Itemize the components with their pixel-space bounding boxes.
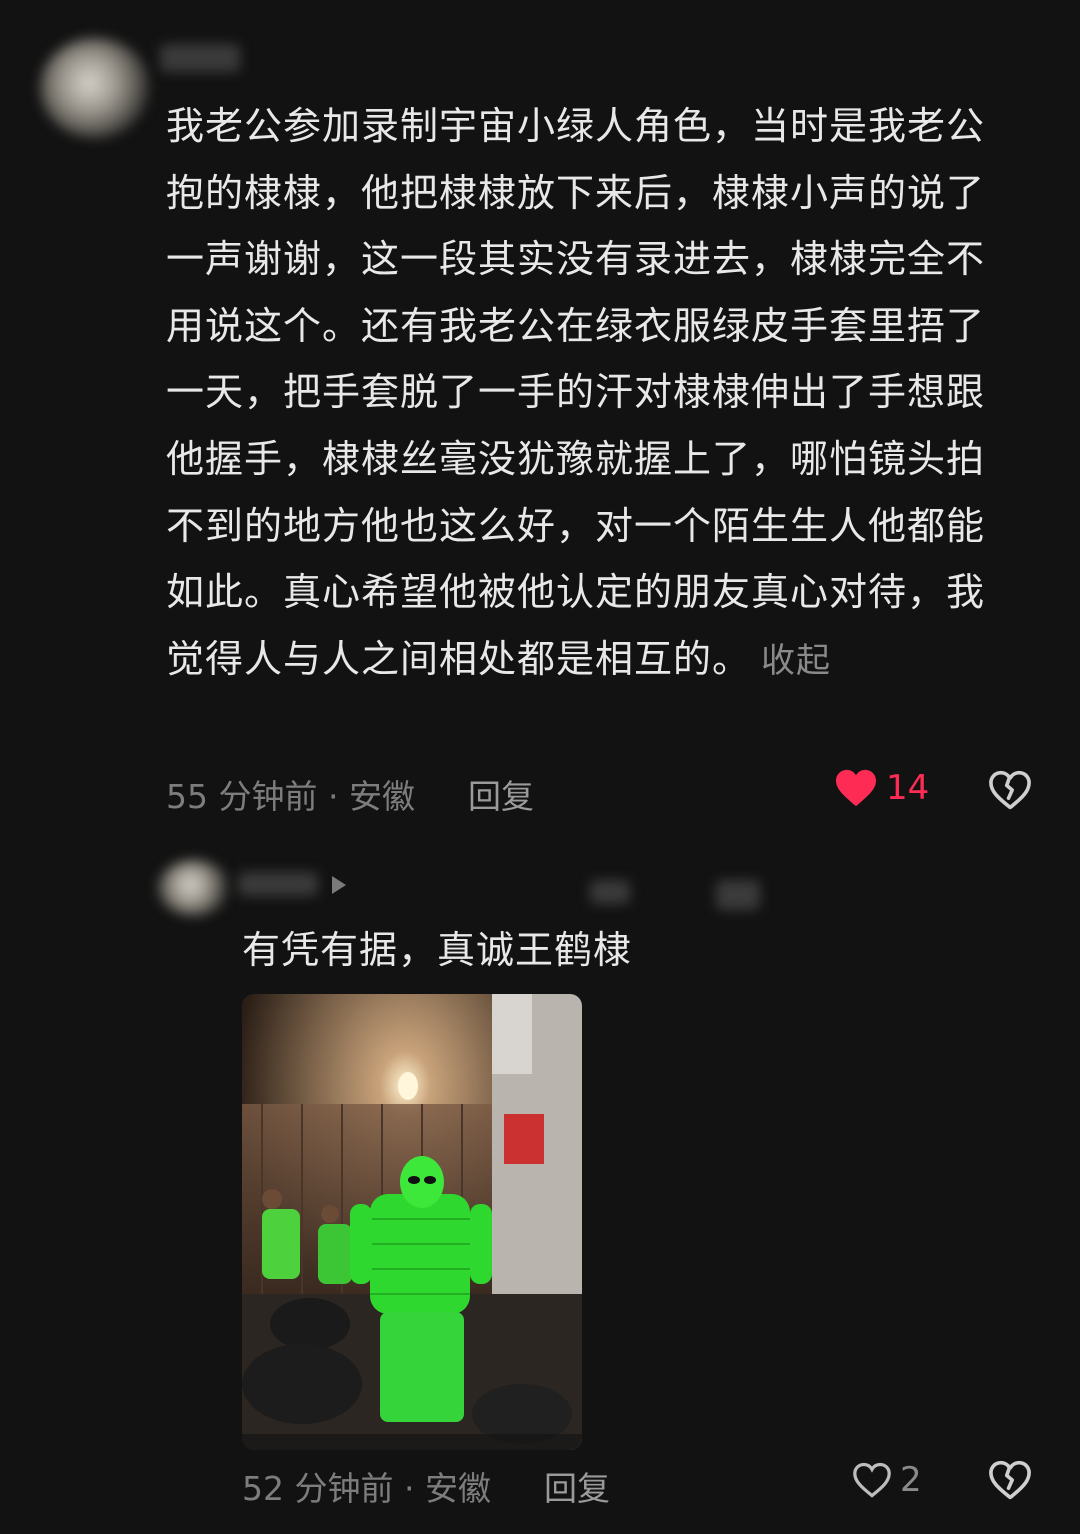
heart-icon xyxy=(836,769,876,807)
badge-blurred xyxy=(716,880,760,910)
play-arrow-icon xyxy=(332,876,346,894)
reply-target-blurred[interactable] xyxy=(590,880,630,904)
collapse-link[interactable]: 收起 xyxy=(761,641,831,681)
avatar[interactable] xyxy=(40,38,150,138)
dislike-button[interactable] xyxy=(988,1460,1032,1504)
like-count: 2 xyxy=(900,1460,922,1500)
avatar[interactable] xyxy=(158,860,230,916)
broken-heart-icon xyxy=(989,1460,1031,1500)
like-button[interactable]: 2 xyxy=(852,1460,922,1500)
heart-icon xyxy=(853,1462,891,1498)
comment-2-reply: 有凭有据，真诚王鹤棣 52 分钟前 · 安徽 回复 2 xyxy=(0,840,1080,1534)
reply-button[interactable]: 回复 xyxy=(544,1462,610,1510)
comment-text: 有凭有据，真诚王鹤棣 xyxy=(242,928,633,972)
comment-time-location: 52 分钟前 · 安徽 xyxy=(242,1469,491,1508)
comment-time-location: 55 分钟前 · 安徽 xyxy=(166,777,415,816)
alien-costume-photo xyxy=(242,994,582,1450)
comment-1: 我老公参加录制宇宙小绿人角色，当时是我老公抱的棣棣，他把棣棣放下来后，棣棣小声的… xyxy=(0,0,1080,840)
username-blurred[interactable] xyxy=(238,872,318,896)
comment-text: 我老公参加录制宇宙小绿人角色，当时是我老公抱的棣棣，他把棣棣放下来后，棣棣小声的… xyxy=(166,104,986,681)
like-count: 14 xyxy=(886,768,930,808)
username-blurred[interactable] xyxy=(160,44,240,72)
dislike-button[interactable] xyxy=(988,770,1032,814)
broken-heart-icon xyxy=(989,770,1031,810)
comment-photo[interactable] xyxy=(242,994,582,1450)
reply-button[interactable]: 回复 xyxy=(468,770,534,818)
like-button[interactable]: 14 xyxy=(834,768,929,808)
